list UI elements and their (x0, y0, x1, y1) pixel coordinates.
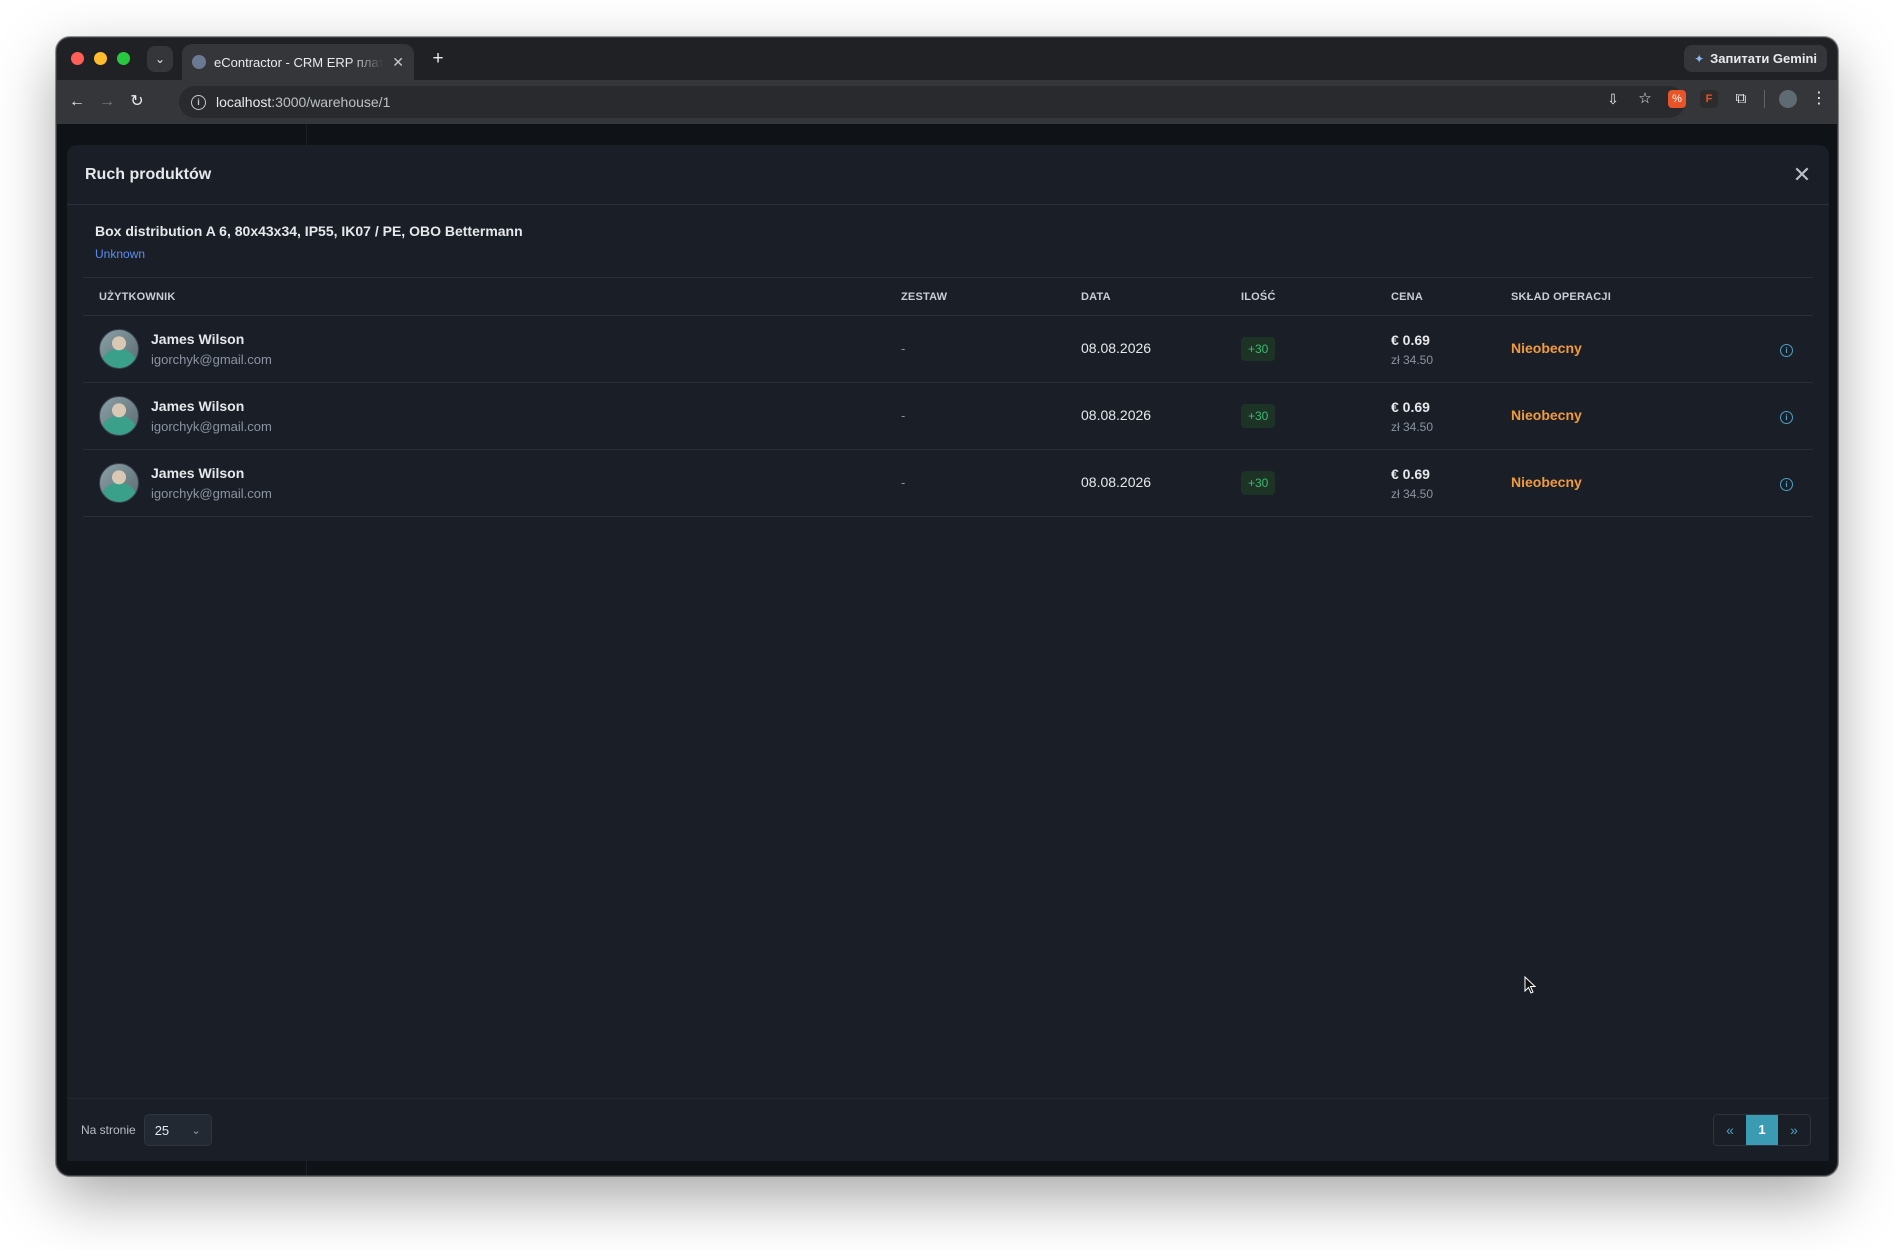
arrow-right-icon: → (99, 93, 115, 110)
pager-prev-button[interactable]: « (1714, 1115, 1746, 1145)
qty-badge: +30 (1241, 337, 1276, 361)
extension-orange-icon[interactable]: % (1668, 90, 1686, 108)
date-value: 08.08.2026 (1081, 407, 1152, 423)
product-category-link[interactable]: Unknown (95, 247, 1785, 261)
table-header: UŻYTKOWNIK ZESTAW DATA ILOŚĆ CENA SKŁAD … (83, 278, 1813, 316)
extensions-puzzle-icon[interactable]: ⧉ (1732, 90, 1750, 108)
install-app-icon[interactable]: ⇩ (1604, 90, 1622, 108)
product-movement-modal: Ruch produktów ✕ Box distribution A 6, 8… (67, 145, 1829, 1161)
profile-avatar-icon[interactable] (1779, 90, 1797, 108)
set-value: - (901, 408, 906, 423)
user-name: James Wilson (151, 465, 245, 481)
new-tab-button[interactable]: + (427, 48, 449, 70)
price-eur: € 0.69 (1391, 465, 1430, 482)
date-value: 08.08.2026 (1081, 340, 1152, 356)
reload-icon: ↻ (130, 93, 144, 110)
table-row[interactable]: James Wilson igorchyk@gmail.com - 08.08.… (83, 383, 1813, 450)
favicon-icon (192, 55, 206, 69)
col-header-qty[interactable]: ILOŚĆ (1241, 291, 1391, 303)
col-header-set[interactable]: ZESTAW (901, 291, 1081, 303)
table-row[interactable]: James Wilson igorchyk@gmail.com - 08.08.… (83, 316, 1813, 383)
user-email: igorchyk@gmail.com (151, 419, 272, 434)
date-value: 08.08.2026 (1081, 474, 1152, 490)
minimize-window-button[interactable] (94, 52, 107, 65)
per-page-value: 25 (154, 1122, 170, 1138)
bookmark-star-icon[interactable]: ☆ (1636, 90, 1654, 108)
movements-table: UŻYTKOWNIK ZESTAW DATA ILOŚĆ CENA SKŁAD … (83, 278, 1813, 517)
price-eur: € 0.69 (1391, 398, 1430, 415)
arrow-left-icon: ← (69, 93, 85, 110)
gemini-label: Запитати Gemini (1710, 51, 1817, 66)
site-info-icon[interactable]: i (191, 94, 206, 110)
avatar (99, 329, 139, 369)
set-value: - (901, 341, 906, 356)
modal-title: Ruch produktów (85, 165, 212, 183)
product-info: Box distribution A 6, 80x43x34, IP55, IK… (83, 205, 1813, 278)
reload-button[interactable]: ↻ (125, 90, 149, 114)
col-header-user[interactable]: UŻYTKOWNIK (83, 291, 901, 303)
price-pln: zł 34.50 (1391, 352, 1434, 367)
forward-button[interactable]: → (95, 90, 119, 114)
info-icon[interactable]: i (1780, 411, 1793, 424)
extensions-area: ⇩ ☆ % F ⧉ ⋮ (1604, 90, 1827, 108)
user-cell: James Wilson igorchyk@gmail.com (83, 329, 901, 369)
tab-bar: ⌄ eContractor - CRM ERP плат ✕ + ✦ Запит… (57, 38, 1837, 80)
tab-title: eContractor - CRM ERP плат (214, 54, 385, 70)
product-name: Box distribution A 6, 80x43x34, IP55, IK… (95, 223, 523, 239)
user-cell: James Wilson igorchyk@gmail.com (83, 396, 901, 436)
info-icon[interactable]: i (1780, 344, 1793, 357)
store-status: Nieobecny (1511, 474, 1582, 490)
modal-footer: Na stronie 25 ⌄ « 1 » (67, 1098, 1829, 1161)
back-button[interactable]: ← (65, 90, 89, 114)
close-icon[interactable]: ✕ (1789, 162, 1815, 188)
col-header-date[interactable]: DATA (1081, 291, 1241, 303)
figma-icon[interactable]: F (1700, 90, 1718, 108)
close-tab-icon[interactable]: ✕ (392, 54, 404, 71)
col-header-store[interactable]: SKŁAD OPERACJI (1511, 291, 1741, 303)
chevron-down-icon: ⌄ (191, 1124, 201, 1137)
browser-toolbar: ← → ↻ i localhost:3000/warehouse/1 ⇩ ☆ %… (57, 80, 1837, 124)
pager-page-button[interactable]: 1 (1746, 1115, 1778, 1145)
tab-search-button[interactable]: ⌄ (147, 46, 173, 72)
price-pln: zł 34.50 (1391, 419, 1434, 434)
user-email: igorchyk@gmail.com (151, 486, 272, 501)
user-email: igorchyk@gmail.com (151, 352, 272, 367)
user-cell: James Wilson igorchyk@gmail.com (83, 463, 901, 503)
pager-next-button[interactable]: » (1778, 1115, 1810, 1145)
user-name: James Wilson (151, 331, 245, 347)
sparkle-icon: ✦ (1694, 51, 1705, 66)
user-name: James Wilson (151, 398, 245, 414)
browser-window: ⌄ eContractor - CRM ERP плат ✕ + ✦ Запит… (56, 37, 1838, 1176)
price-eur: € 0.69 (1391, 331, 1430, 348)
avatar (99, 463, 139, 503)
modal-header: Ruch produktów ✕ (67, 145, 1829, 205)
qty-badge: +30 (1241, 471, 1276, 495)
per-page-select[interactable]: 25 ⌄ (143, 1114, 212, 1146)
per-page-label: Na stronie (81, 1123, 136, 1137)
pagination: « 1 » (1713, 1114, 1811, 1146)
qty-badge: +30 (1241, 404, 1276, 428)
col-header-price[interactable]: CENA (1391, 291, 1511, 303)
store-status: Nieobecny (1511, 340, 1582, 356)
url-text: localhost:3000/warehouse/1 (216, 94, 391, 110)
store-status: Nieobecny (1511, 407, 1582, 423)
address-bar[interactable]: i localhost:3000/warehouse/1 (179, 86, 1685, 118)
info-icon[interactable]: i (1780, 478, 1793, 491)
close-window-button[interactable] (71, 52, 84, 65)
toolbar-divider (1764, 90, 1765, 108)
gemini-button[interactable]: ✦ Запитати Gemini (1684, 45, 1827, 72)
table-row[interactable]: James Wilson igorchyk@gmail.com - 08.08.… (83, 450, 1813, 517)
mouse-cursor-icon (1524, 976, 1536, 994)
kebab-menu-icon[interactable]: ⋮ (1811, 90, 1827, 108)
maximize-window-button[interactable] (117, 52, 130, 65)
set-value: - (901, 475, 906, 490)
chevron-down-icon: ⌄ (154, 52, 166, 66)
price-pln: zł 34.50 (1391, 486, 1434, 501)
avatar (99, 396, 139, 436)
tab-econtractor[interactable]: eContractor - CRM ERP плат ✕ (182, 44, 414, 80)
